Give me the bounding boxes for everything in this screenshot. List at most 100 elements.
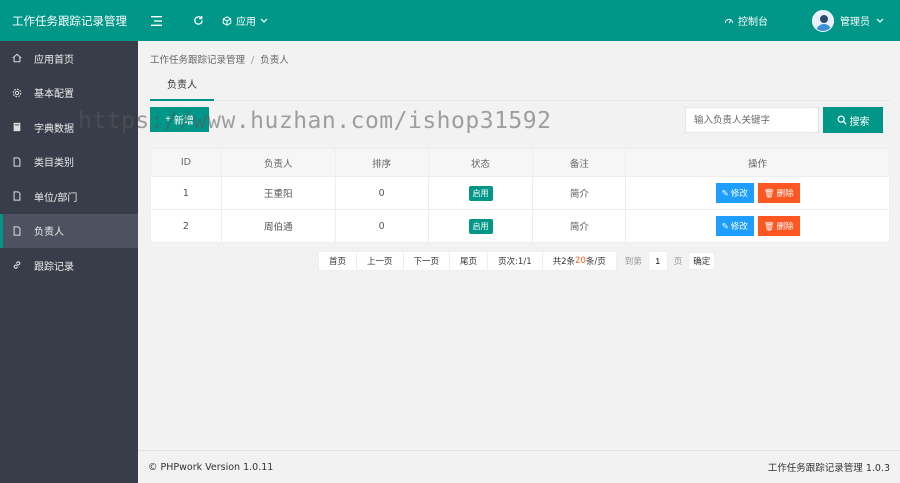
main-content: 工作任务跟踪记录管理 / 负责人 负责人 + 新增 搜索 ID 负责人 排序 状态 …	[138, 41, 900, 450]
sidebar-item-dictionary[interactable]: 字典数据	[0, 110, 138, 145]
pager-confirm-button[interactable]: 确定	[688, 252, 716, 270]
sidebar-item-tracking[interactable]: 跟踪记录	[0, 248, 138, 283]
add-button[interactable]: + 新增	[150, 107, 209, 132]
cell-remark: 简介	[532, 209, 627, 243]
user-name: 管理员	[840, 17, 870, 28]
avatar	[812, 9, 834, 32]
status-badge: 启用	[468, 218, 493, 234]
pager-jump-label: 到第	[624, 257, 642, 267]
book-icon	[12, 122, 22, 132]
console-link[interactable]: 控制台	[724, 13, 768, 28]
sidebar-item-label: 类目类别	[34, 158, 74, 170]
column-header-sort: 排序	[334, 148, 429, 177]
tab-bar: 负责人	[150, 79, 890, 101]
cell-name: 王重阳	[220, 176, 336, 210]
table-row: 1 王重阳 0 启用 简介 ✎ 修改 🗑 删除	[150, 176, 890, 210]
pager-per-page-suffix: 条/页	[585, 257, 606, 267]
footer-app-version: 工作任务跟踪记录管理 1.0.3	[767, 463, 890, 474]
search-icon	[837, 115, 847, 125]
delete-button[interactable]: 🗑 删除	[757, 216, 800, 236]
app-title: 工作任务跟踪记录管理	[12, 13, 127, 28]
cell-name: 周伯通	[220, 209, 336, 243]
search-button[interactable]: 搜索	[823, 107, 883, 133]
chevron-down-icon	[260, 18, 268, 23]
delete-button[interactable]: 🗑 删除	[757, 183, 800, 203]
cell-actions: ✎ 修改 🗑 删除	[625, 209, 890, 243]
sidebar-item-label: 负责人	[34, 227, 64, 239]
column-header-name: 负责人	[220, 148, 336, 177]
cell-id: 2	[150, 209, 222, 243]
cell-id: 1	[150, 176, 222, 210]
breadcrumb-root[interactable]: 工作任务跟踪记录管理	[150, 55, 245, 66]
breadcrumb-separator: /	[251, 55, 255, 66]
owner-table: ID 负责人 排序 状态 备注 操作 1 王重阳 0 启用 简介 ✎ 修改 🗑 删除	[150, 148, 890, 243]
cell-status: 启用	[427, 176, 534, 210]
edit-button-label: 修改	[730, 188, 748, 198]
pager-total: 共2条 20 条/页	[541, 251, 617, 271]
pager-skip: 到第 页 确定	[625, 251, 716, 271]
delete-button-label: 删除	[776, 188, 794, 198]
app-menu[interactable]: 应用	[222, 13, 268, 28]
sidebar-item-department[interactable]: 单位/部门	[0, 179, 138, 214]
pager-total-prefix: 共2条	[552, 257, 576, 267]
cell-remark: 简介	[532, 176, 627, 210]
app-menu-label: 应用	[236, 17, 256, 28]
pager-last[interactable]: 尾页	[449, 251, 489, 271]
edit-button-label: 修改	[730, 221, 748, 231]
delete-button-label: 删除	[776, 221, 794, 231]
tab-owner[interactable]: 负责人	[150, 79, 214, 101]
sidebar-item-label: 跟踪记录	[34, 261, 74, 273]
pencil-icon: ✎	[721, 220, 729, 231]
pager-jump-input[interactable]	[647, 251, 668, 271]
menu-toggle-icon[interactable]	[146, 11, 166, 31]
pager-page-unit: 页	[673, 257, 683, 267]
sidebar-item-label: 基本配置	[34, 89, 74, 101]
gear-icon	[12, 88, 22, 98]
search-input[interactable]	[685, 107, 819, 133]
dashboard-icon	[724, 18, 734, 23]
sidebar-item-owner[interactable]: 负责人	[0, 213, 138, 248]
search-button-label: 搜索	[849, 116, 870, 128]
breadcrumb-current: 负责人	[260, 55, 289, 66]
edit-button[interactable]: ✎ 修改	[715, 183, 754, 203]
sidebar: 应用首页 基本配置 字典数据 类目类别 单位/部门 负责人 跟踪记录	[0, 41, 138, 483]
sidebar-item-label: 单位/部门	[34, 192, 78, 204]
user-menu[interactable]: 管理员	[812, 9, 884, 32]
trash-icon: 🗑	[763, 220, 775, 231]
file-icon	[12, 226, 22, 236]
edit-button[interactable]: ✎ 修改	[715, 216, 754, 236]
footer-version: © PHPwork Version 1.0.11	[148, 461, 274, 473]
plus-icon: +	[165, 114, 171, 125]
sidebar-item-config[interactable]: 基本配置	[0, 76, 138, 111]
file-icon	[12, 157, 22, 167]
link-icon	[12, 260, 22, 270]
pager-first[interactable]: 首页	[318, 251, 358, 271]
sidebar-item-home[interactable]: 应用首页	[0, 41, 138, 76]
refresh-icon[interactable]	[188, 11, 208, 31]
sidebar-item-label: 应用首页	[34, 54, 74, 66]
trash-icon: 🗑	[763, 187, 775, 198]
top-header: 工作任务跟踪记录管理 应用 控制台 管理员	[0, 0, 900, 41]
cell-actions: ✎ 修改 🗑 删除	[625, 176, 890, 210]
pager-page-info: 页次:1/1	[487, 251, 543, 271]
column-header-remark: 备注	[532, 148, 627, 177]
sidebar-item-category[interactable]: 类目类别	[0, 145, 138, 180]
footer: © PHPwork Version 1.0.11 工作任务跟踪记录管理 1.0.…	[138, 450, 900, 483]
console-label: 控制台	[738, 17, 768, 28]
home-icon	[12, 53, 22, 63]
breadcrumb: 工作任务跟踪记录管理 / 负责人	[150, 52, 289, 66]
pager-prev[interactable]: 上一页	[356, 251, 404, 271]
pencil-icon: ✎	[721, 187, 729, 198]
table-header-row: ID 负责人 排序 状态 备注 操作	[150, 148, 890, 177]
file-icon	[12, 191, 22, 201]
status-badge: 启用	[468, 185, 493, 201]
column-header-id: ID	[150, 148, 222, 177]
pagination: 首页 上一页 下一页 尾页 页次:1/1 共2条20条/页 到第 页 确定	[318, 251, 716, 271]
column-header-status: 状态	[427, 148, 534, 177]
column-header-actions: 操作	[625, 148, 890, 177]
sidebar-item-label: 字典数据	[34, 123, 74, 135]
pager-per-page-num: 20	[575, 256, 586, 266]
cell-status: 启用	[427, 209, 534, 243]
cube-icon	[222, 15, 232, 26]
pager-next[interactable]: 下一页	[402, 251, 451, 271]
